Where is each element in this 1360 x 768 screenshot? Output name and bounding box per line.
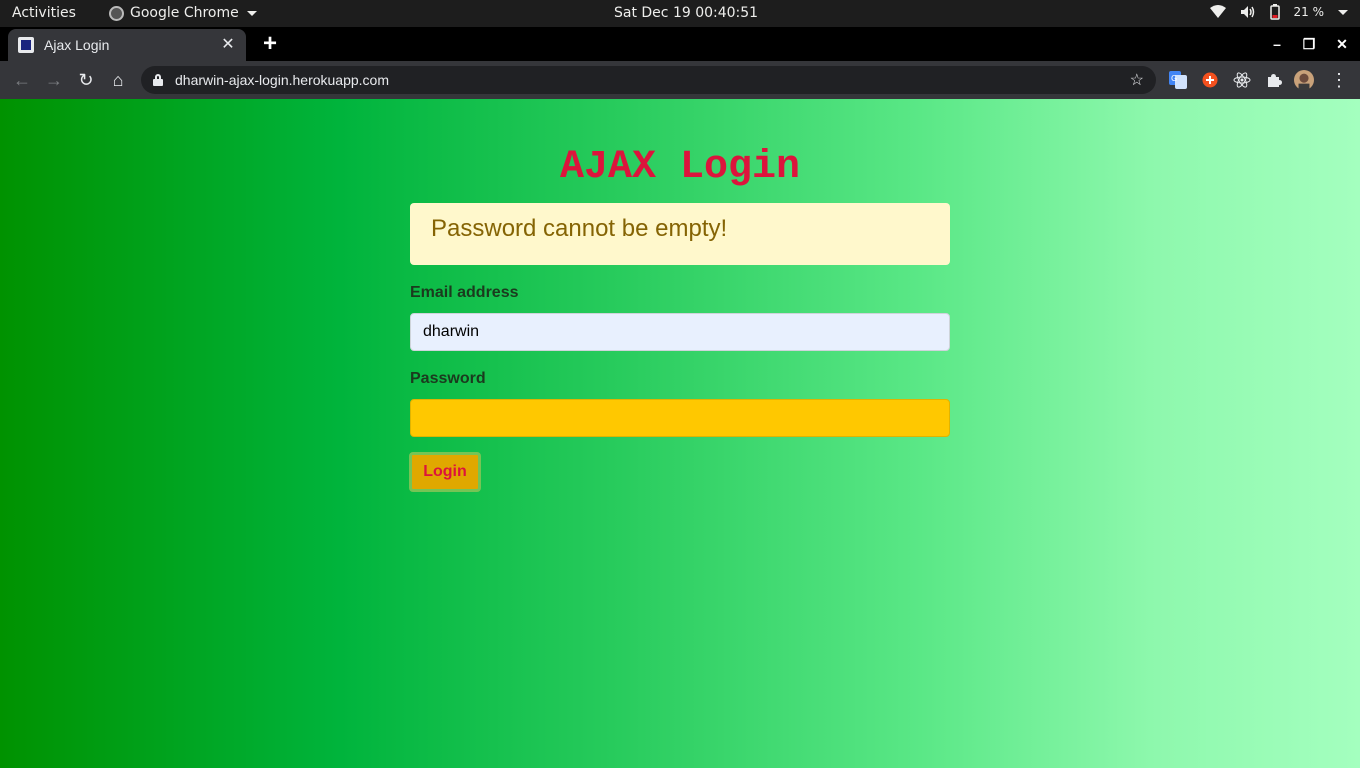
- new-tab-button[interactable]: +: [258, 32, 282, 57]
- page-title: AJAX Login: [559, 145, 801, 190]
- react-devtools-extension-icon[interactable]: [1232, 70, 1252, 90]
- svg-text:G: G: [1171, 74, 1177, 83]
- wifi-icon: [1209, 5, 1226, 19]
- close-tab-icon[interactable]: ✕: [220, 37, 236, 53]
- restore-button[interactable]: ❐: [1298, 33, 1320, 55]
- email-label: Email address: [410, 284, 519, 301]
- app-name: Google Chrome: [130, 5, 239, 21]
- url-text[interactable]: dharwin-ajax-login.herokuapp.com: [175, 72, 1130, 88]
- more-menu-icon[interactable]: ⋮: [1327, 68, 1351, 92]
- tab-strip: Ajax Login ✕ + – ❐ ✕: [0, 27, 1360, 61]
- back-arrow-icon[interactable]: ←: [10, 68, 34, 92]
- close-window-button[interactable]: ✕: [1331, 33, 1353, 55]
- clock[interactable]: Sat Dec 19 00:40:51: [614, 5, 758, 21]
- battery-percent: 21 %: [1293, 5, 1325, 19]
- password-label: Password: [410, 370, 486, 387]
- chrome-icon: [109, 5, 124, 21]
- battery-icon: [1269, 4, 1280, 20]
- reload-icon[interactable]: ↻: [74, 68, 98, 92]
- lock-icon[interactable]: [153, 74, 163, 86]
- login-favicon-icon: [18, 37, 34, 53]
- google-translate-extension-icon[interactable]: G: [1168, 70, 1188, 90]
- system-tray[interactable]: 21 %: [1209, 4, 1348, 20]
- address-bar[interactable]: dharwin-ajax-login.herokuapp.com ☆: [141, 66, 1156, 94]
- volume-icon: [1240, 5, 1256, 19]
- error-alert: Password cannot be empty!: [410, 203, 950, 265]
- forward-arrow-icon[interactable]: →: [42, 68, 66, 92]
- caret-down-icon: [1338, 9, 1348, 15]
- bookmark-star-icon[interactable]: ☆: [1130, 70, 1144, 90]
- tab-title: Ajax Login: [44, 37, 110, 53]
- app-menu[interactable]: Google Chrome: [109, 5, 257, 21]
- orange-plus-extension-icon[interactable]: [1200, 70, 1220, 90]
- extensions-puzzle-icon[interactable]: [1264, 70, 1284, 90]
- minimize-button[interactable]: –: [1266, 33, 1288, 55]
- tab-ajax-login[interactable]: Ajax Login ✕: [8, 29, 246, 61]
- profile-avatar[interactable]: [1294, 70, 1314, 90]
- page-content: AJAX Login Password cannot be empty! Ema…: [0, 99, 1360, 768]
- login-button[interactable]: Login: [409, 452, 481, 492]
- activities-button[interactable]: Activities: [12, 5, 76, 21]
- system-top-bar: Activities Google Chrome Sat Dec 19 00:4…: [0, 0, 1360, 27]
- home-icon[interactable]: ⌂: [106, 68, 130, 92]
- caret-down-icon: [246, 10, 257, 16]
- browser-toolbar: ← → ↻ ⌂ dharwin-ajax-login.herokuapp.com…: [0, 61, 1360, 99]
- password-field[interactable]: [410, 399, 950, 437]
- email-field[interactable]: [410, 313, 950, 351]
